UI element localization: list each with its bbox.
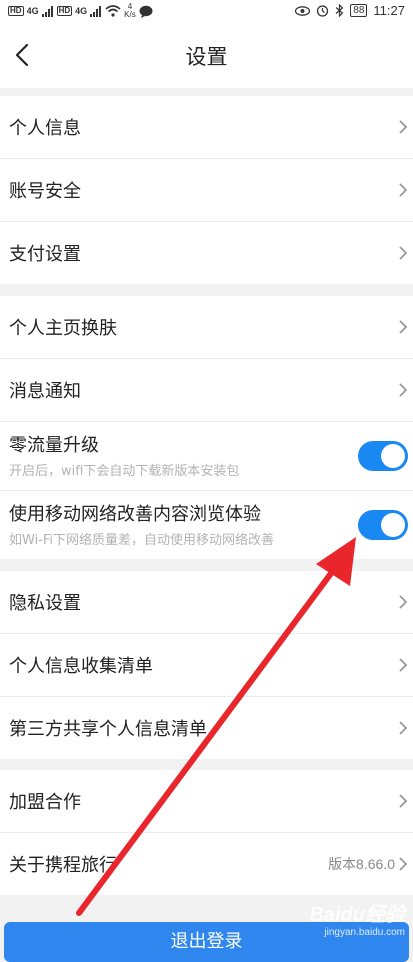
settings-item-notifications[interactable]: 消息通知 — [0, 359, 413, 422]
signal-icon — [41, 5, 53, 17]
settings-item-info-collection-list[interactable]: 个人信息收集清单 — [0, 634, 413, 697]
battery-icon: 88 — [350, 4, 368, 17]
chevron-right-icon — [399, 721, 408, 735]
network-type-2: 4G — [75, 6, 88, 16]
eye-icon — [295, 5, 311, 16]
chevron-right-icon — [399, 320, 408, 334]
settings-item-label: 支付设置 — [9, 244, 81, 265]
chevron-right-icon — [399, 383, 408, 397]
message-icon — [139, 5, 153, 18]
settings-item-label: 个人主页换肤 — [9, 318, 117, 339]
version-label: 版本8.66.0 — [328, 856, 395, 872]
page-title: 设置 — [185, 45, 228, 69]
wifi-icon — [105, 5, 121, 17]
watermark-sub: jingyan.baidu.com — [324, 927, 405, 938]
settings-item-label: 隐私设置 — [9, 593, 81, 614]
clock-time: 11:27 — [373, 3, 405, 18]
baidu-watermark: Baidu经验 jingyan.baidu.com — [309, 898, 405, 938]
settings-item-third-party-sharing-list[interactable]: 第三方共享个人信息清单 — [0, 697, 413, 759]
settings-item-mobile-network-boost: 使用移动网络改善内容浏览体验 如Wi-Fi下网络质量差，自动使用移动网络改善 — [0, 491, 413, 559]
chevron-right-icon — [399, 183, 408, 197]
settings-item-label: 使用移动网络改善内容浏览体验 — [9, 504, 261, 525]
hd-badge-icon: HD — [56, 6, 73, 16]
settings-item-label: 零流量升级 — [9, 435, 99, 456]
mobile-network-boost-toggle[interactable] — [358, 510, 408, 540]
settings-item-payment[interactable]: 支付设置 — [0, 222, 413, 284]
settings-group-about: 加盟合作 关于携程旅行 版本8.66.0 — [0, 770, 413, 895]
signal-icon — [90, 5, 102, 17]
settings-item-privacy[interactable]: 隐私设置 — [0, 571, 413, 634]
toggle-knob — [381, 513, 405, 537]
settings-item-description: 开启后，wifi下会自动下载新版本安装包 — [9, 464, 240, 479]
toggle-knob — [381, 444, 405, 468]
status-bar: HD 4G HD 4G 4 K/s 88 11:27 — [0, 0, 413, 24]
settings-item-label: 加盟合作 — [9, 792, 81, 813]
hd-badge-icon: HD — [8, 6, 24, 16]
chevron-right-icon — [399, 595, 408, 609]
settings-group-general: 个人主页换肤 消息通知 零流量升级 开启后，wifi下会自动下载新版本安装包 使… — [0, 296, 413, 559]
alarm-icon — [317, 5, 329, 17]
settings-item-label: 消息通知 — [9, 381, 81, 402]
chevron-right-icon — [399, 246, 408, 260]
chevron-right-icon — [399, 857, 408, 871]
settings-item-label: 关于携程旅行 — [9, 855, 117, 876]
settings-group-privacy: 隐私设置 个人信息收集清单 第三方共享个人信息清单 — [0, 571, 413, 759]
net-speed-unit: K/s — [124, 10, 136, 19]
settings-item-account-security[interactable]: 账号安全 — [0, 159, 413, 222]
status-left: HD 4G HD 4G 4 K/s — [8, 3, 153, 19]
settings-item-label: 第三方共享个人信息清单 — [9, 719, 207, 740]
bluetooth-icon — [335, 4, 344, 17]
settings-item-description: 如Wi-Fi下网络质量差，自动使用移动网络改善 — [9, 533, 275, 548]
watermark-main: Baidu经验 — [309, 904, 405, 926]
settings-item-zero-data-upgrade: 零流量升级 开启后，wifi下会自动下载新版本安装包 — [0, 422, 413, 491]
network-type-1: 4G — [26, 6, 39, 16]
settings-item-personal-info[interactable]: 个人信息 — [0, 96, 413, 159]
settings-item-label: 账号安全 — [9, 181, 81, 202]
chevron-right-icon — [399, 120, 408, 134]
settings-item-label: 个人信息收集清单 — [9, 656, 153, 677]
chevron-right-icon — [399, 658, 408, 672]
status-right: 88 11:27 — [295, 3, 405, 18]
settings-item-partnership[interactable]: 加盟合作 — [0, 770, 413, 833]
nav-bar: 设置 — [0, 24, 413, 88]
settings-item-about[interactable]: 关于携程旅行 版本8.66.0 — [0, 833, 413, 895]
zero-data-upgrade-toggle[interactable] — [358, 441, 408, 471]
settings-group-account: 个人信息 账号安全 支付设置 — [0, 96, 413, 284]
settings-item-homepage-skin[interactable]: 个人主页换肤 — [0, 296, 413, 359]
chevron-right-icon — [399, 794, 408, 808]
settings-item-label: 个人信息 — [9, 118, 81, 139]
net-speed: 4 K/s — [124, 3, 136, 19]
